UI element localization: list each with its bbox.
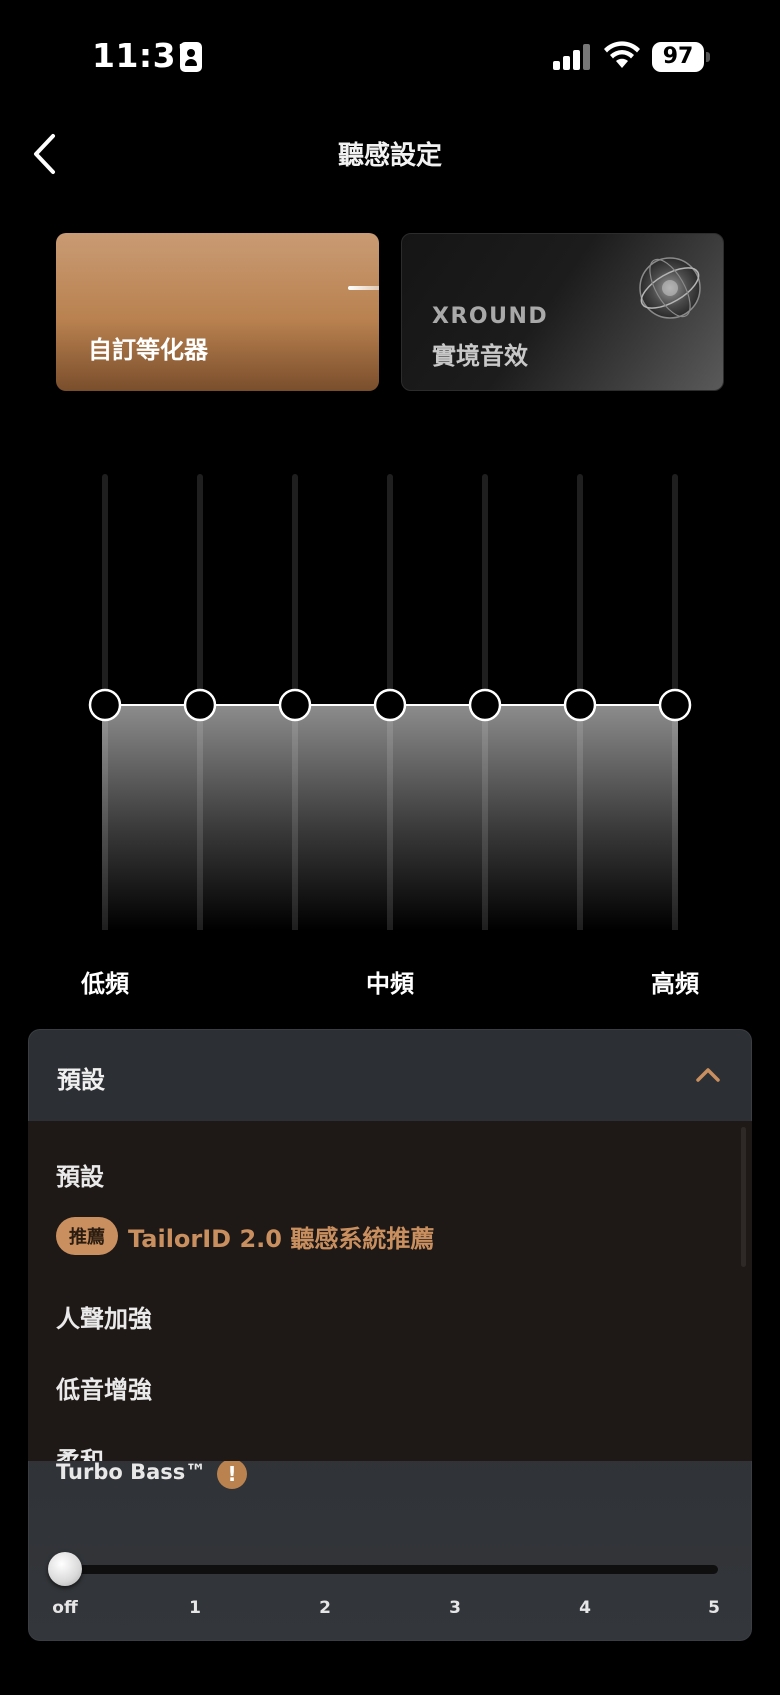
xround-label: 實境音效 bbox=[432, 342, 528, 370]
battery-icon: 97 bbox=[652, 42, 710, 72]
scrollbar[interactable] bbox=[741, 1127, 746, 1267]
eq-band-knob[interactable] bbox=[373, 688, 407, 722]
high-band-label: 高頻 bbox=[651, 970, 699, 998]
preset-option-vocal[interactable]: 人聲加強 bbox=[56, 1299, 152, 1334]
tick-label: 4 bbox=[579, 1598, 591, 1618]
recommended-badge: 推薦 bbox=[56, 1217, 118, 1255]
status-bar: 11:31 97 bbox=[0, 0, 780, 110]
turbo-bass-slider-thumb[interactable] bbox=[48, 1552, 82, 1586]
tick-label: 3 bbox=[449, 1598, 461, 1618]
low-band-label: 低頻 bbox=[81, 970, 129, 998]
eq-band-knob[interactable] bbox=[278, 688, 312, 722]
equalizer-graph[interactable] bbox=[0, 470, 780, 930]
contact-id-icon bbox=[180, 42, 202, 72]
custom-eq-label: 自訂等化器 bbox=[88, 336, 208, 364]
light-streak-decoration bbox=[348, 286, 379, 290]
eq-band-knob[interactable] bbox=[658, 688, 692, 722]
preset-selected-value: 預設 bbox=[57, 1066, 105, 1094]
preset-option-default[interactable]: 預設 bbox=[56, 1157, 104, 1192]
eq-band-knob[interactable] bbox=[468, 688, 502, 722]
tick-label: off bbox=[52, 1598, 78, 1618]
cellular-signal-icon bbox=[553, 44, 593, 70]
eq-band-knob[interactable] bbox=[563, 688, 597, 722]
preset-options-list[interactable]: 預設 推薦 TailorID 2.0 聽感系統推薦 人聲加強 低音增強 柔和 bbox=[28, 1121, 752, 1461]
warning-icon[interactable]: ! bbox=[217, 1459, 247, 1489]
xround-orb-icon bbox=[639, 257, 701, 319]
eq-band-knob[interactable] bbox=[183, 688, 217, 722]
eq-band-knob[interactable] bbox=[88, 688, 122, 722]
xround-brand: XROUND bbox=[432, 304, 549, 329]
mid-band-label: 中頻 bbox=[366, 970, 414, 998]
preset-dropdown[interactable]: 預設 bbox=[28, 1029, 752, 1121]
xround-card[interactable]: XROUND 實境音效 bbox=[401, 233, 724, 391]
tick-label: 2 bbox=[319, 1598, 331, 1618]
band-labels: 低頻 中頻 高頻 bbox=[0, 964, 780, 998]
wifi-icon bbox=[604, 41, 640, 68]
preset-option-tailorid-label: TailorID 2.0 聽感系統推薦 bbox=[128, 1224, 435, 1253]
preset-option-soft[interactable]: 柔和 bbox=[56, 1441, 104, 1461]
tick-label: 5 bbox=[708, 1598, 720, 1618]
preset-option-bass[interactable]: 低音增強 bbox=[56, 1370, 152, 1405]
turbo-bass-slider-track[interactable] bbox=[58, 1565, 718, 1574]
page-title: 聽感設定 bbox=[337, 141, 442, 171]
equalizer[interactable] bbox=[0, 470, 780, 930]
custom-eq-card[interactable]: 自訂等化器 bbox=[56, 233, 379, 391]
tick-label: 1 bbox=[189, 1598, 201, 1618]
turbo-bass-title: Turbo Bass™ bbox=[56, 1460, 207, 1484]
chevron-up-icon[interactable] bbox=[695, 1062, 721, 1088]
preset-option-tailorid[interactable]: 推薦 TailorID 2.0 聽感系統推薦 bbox=[56, 1217, 434, 1255]
